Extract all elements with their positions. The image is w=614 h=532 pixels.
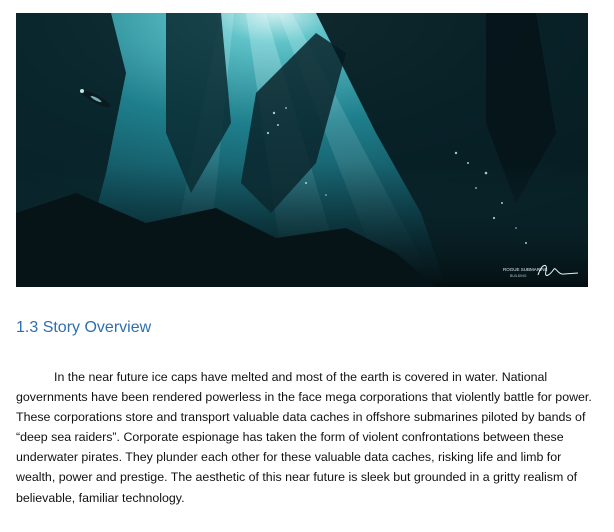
story-paragraph: In the near future ice caps have melted … bbox=[16, 370, 592, 505]
underwater-scene: ROGUE SUBMARINE BUILDING bbox=[16, 13, 588, 287]
section-heading: 1.3 Story Overview bbox=[16, 319, 152, 336]
underwater-concept-art: ROGUE SUBMARINE BUILDING bbox=[16, 13, 588, 287]
illustration-caption-sub: BUILDING bbox=[510, 274, 527, 278]
